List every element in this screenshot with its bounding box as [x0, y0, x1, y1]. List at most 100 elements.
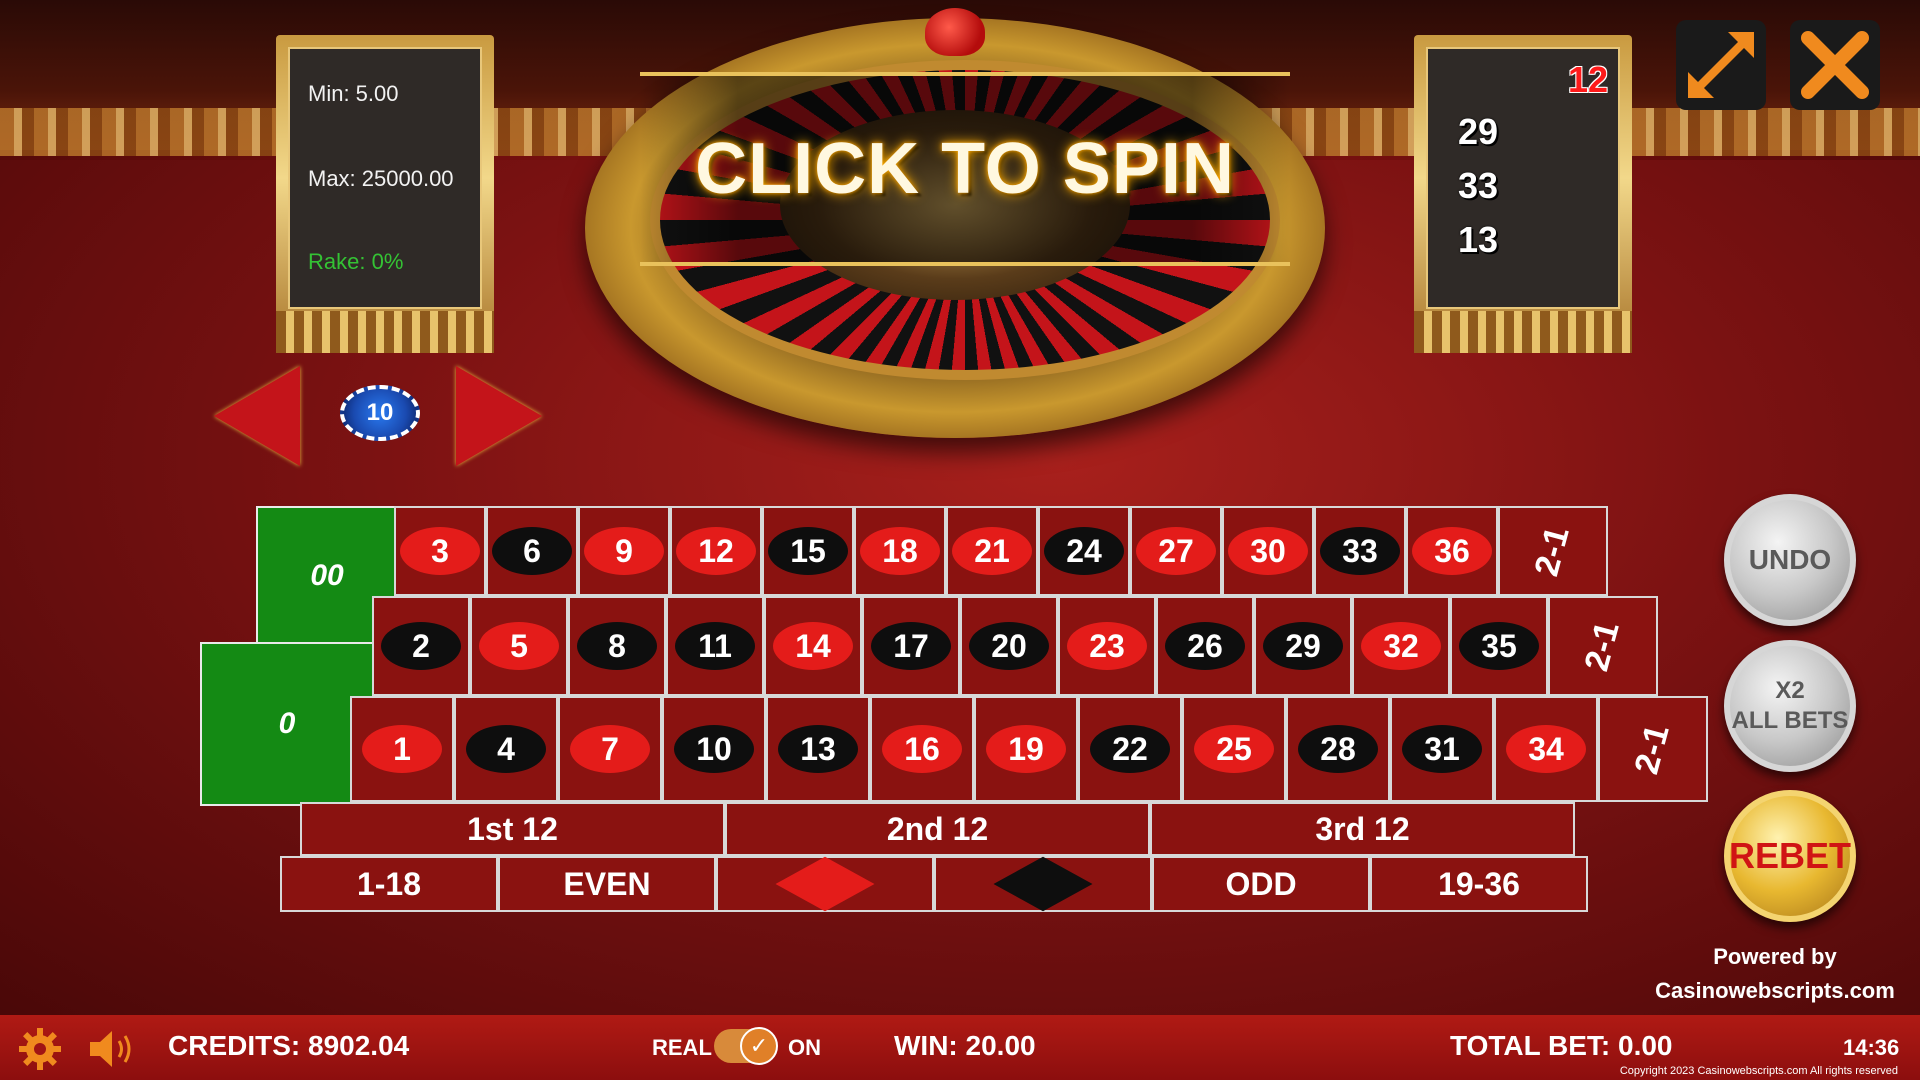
black-bet[interactable] — [934, 856, 1152, 912]
number-disc: 19 — [986, 725, 1066, 773]
number-disc: 33 — [1320, 527, 1400, 575]
click-to-spin-button[interactable]: CLICK TO SPIN — [640, 72, 1290, 266]
red-bet[interactable] — [716, 856, 934, 912]
history-panel: 12 29 33 13 — [1414, 35, 1632, 353]
rose-ornament — [925, 8, 985, 56]
number-disc: 13 — [778, 725, 858, 773]
number-cell[interactable]: 25 — [1182, 696, 1286, 802]
number-disc: 32 — [1361, 622, 1441, 670]
column-bet-cell[interactable]: 2-1 — [1598, 696, 1708, 802]
number-disc: 21 — [952, 527, 1032, 575]
number-disc: 25 — [1194, 725, 1274, 773]
number-cell[interactable]: 20 — [960, 596, 1058, 696]
number-cell[interactable]: 13 — [766, 696, 870, 802]
on-label: ON — [788, 1035, 821, 1060]
undo-label: UNDO — [1748, 544, 1832, 575]
number-cell[interactable]: 21 — [946, 506, 1038, 596]
number-disc: 9 — [584, 527, 664, 575]
column-bet-cell[interactable]: 2-1 — [1498, 506, 1608, 596]
settings-gear-icon[interactable] — [18, 1027, 62, 1071]
number-cell[interactable]: 29 — [1254, 596, 1352, 696]
number-cell[interactable]: 11 — [666, 596, 764, 696]
low-bet[interactable]: 1-18 — [280, 856, 498, 912]
rake-label: Rake: 0% — [308, 249, 404, 274]
real-mode-toggle[interactable]: ✓ — [714, 1027, 778, 1065]
number-cell[interactable]: 27 — [1130, 506, 1222, 596]
number-cell[interactable]: 18 — [854, 506, 946, 596]
number-cell[interactable]: 12 — [670, 506, 762, 596]
column-bet-cell[interactable]: 2-1 — [1548, 596, 1658, 696]
spin-label: CLICK TO SPIN — [695, 129, 1235, 209]
number-cell[interactable]: 4 — [454, 696, 558, 802]
black-diamond-icon — [993, 856, 1093, 912]
number-cell[interactable]: 16 — [870, 696, 974, 802]
zero-cell[interactable]: 0 — [200, 642, 374, 806]
expand-icon — [1688, 32, 1754, 98]
first-dozen-bet[interactable]: 1st 12 — [300, 802, 725, 856]
number-cell[interactable]: 1 — [350, 696, 454, 802]
powered-line1: Powered by — [1713, 944, 1837, 969]
number-disc: 36 — [1412, 527, 1492, 575]
even-bet[interactable]: EVEN — [498, 856, 716, 912]
number-cell[interactable]: 8 — [568, 596, 666, 696]
number-disc: 34 — [1506, 725, 1586, 773]
history-number: 29 — [1458, 111, 1499, 152]
number-cell[interactable]: 3 — [394, 506, 486, 596]
odd-bet[interactable]: ODD — [1152, 856, 1370, 912]
number-cell[interactable]: 28 — [1286, 696, 1390, 802]
number-disc: 1 — [362, 725, 442, 773]
number-disc: 8 — [577, 622, 657, 670]
number-cell[interactable]: 2 — [372, 596, 470, 696]
number-cell[interactable]: 36 — [1406, 506, 1498, 596]
fullscreen-button[interactable] — [1676, 20, 1766, 110]
number-cell[interactable]: 17 — [862, 596, 960, 696]
number-cell[interactable]: 35 — [1450, 596, 1548, 696]
sound-icon[interactable] — [88, 1029, 138, 1069]
number-disc: 22 — [1090, 725, 1170, 773]
number-disc: 16 — [882, 725, 962, 773]
number-cell[interactable]: 6 — [486, 506, 578, 596]
outside-bets-row: 1-18 EVEN ODD 19-36 — [280, 856, 1588, 912]
selected-chip[interactable]: 10 — [340, 385, 420, 441]
powered-line2: Casinowebscripts.com — [1655, 978, 1895, 1003]
credits-display: CREDITS: 8902.04 — [168, 1030, 410, 1061]
previous-chip-arrow[interactable] — [214, 366, 300, 466]
second-dozen-bet[interactable]: 2nd 12 — [725, 802, 1150, 856]
number-cell[interactable]: 7 — [558, 696, 662, 802]
min-bet-label: Min: 5.00 — [308, 81, 399, 106]
undo-button[interactable]: UNDO — [1724, 494, 1856, 626]
column-bet-label: 2-1 — [1627, 720, 1678, 778]
number-disc: 24 — [1044, 527, 1124, 575]
number-cell[interactable]: 10 — [662, 696, 766, 802]
limits-panel: Min: 5.00 Max: 25000.00 Rake: 0% — [276, 35, 494, 353]
history-number: 13 — [1458, 219, 1499, 260]
third-dozen-bet[interactable]: 3rd 12 — [1150, 802, 1575, 856]
number-disc: 11 — [675, 622, 755, 670]
number-cell[interactable]: 30 — [1222, 506, 1314, 596]
number-cell[interactable]: 14 — [764, 596, 862, 696]
number-disc: 14 — [773, 622, 853, 670]
number-cell[interactable]: 15 — [762, 506, 854, 596]
number-cell[interactable]: 5 — [470, 596, 568, 696]
number-cell[interactable]: 31 — [1390, 696, 1494, 802]
double-all-bets-button[interactable]: X2 ALL BETS — [1724, 640, 1856, 772]
number-cell[interactable]: 24 — [1038, 506, 1130, 596]
number-disc: 2 — [381, 622, 461, 670]
powered-by: Powered by Casinowebscripts.com — [1650, 940, 1900, 1008]
rebet-button[interactable]: REBET — [1724, 790, 1856, 922]
number-cell[interactable]: 34 — [1494, 696, 1598, 802]
number-cell[interactable]: 26 — [1156, 596, 1254, 696]
close-button[interactable] — [1790, 20, 1880, 110]
number-cell[interactable]: 23 — [1058, 596, 1156, 696]
next-chip-arrow[interactable] — [456, 366, 542, 466]
clock: 14:36 — [1843, 1035, 1900, 1060]
number-cell[interactable]: 33 — [1314, 506, 1406, 596]
number-cell[interactable]: 22 — [1078, 696, 1182, 802]
checkmark-icon: ✓ — [740, 1027, 778, 1065]
number-cell[interactable]: 9 — [578, 506, 670, 596]
high-bet[interactable]: 19-36 — [1370, 856, 1588, 912]
number-cell[interactable]: 32 — [1352, 596, 1450, 696]
number-cell[interactable]: 19 — [974, 696, 1078, 802]
number-row-top: 3 6 9 12 15 18 21 24 27 30 33 36 2-1 — [394, 506, 1608, 596]
rebet-label: REBET — [1729, 835, 1852, 876]
